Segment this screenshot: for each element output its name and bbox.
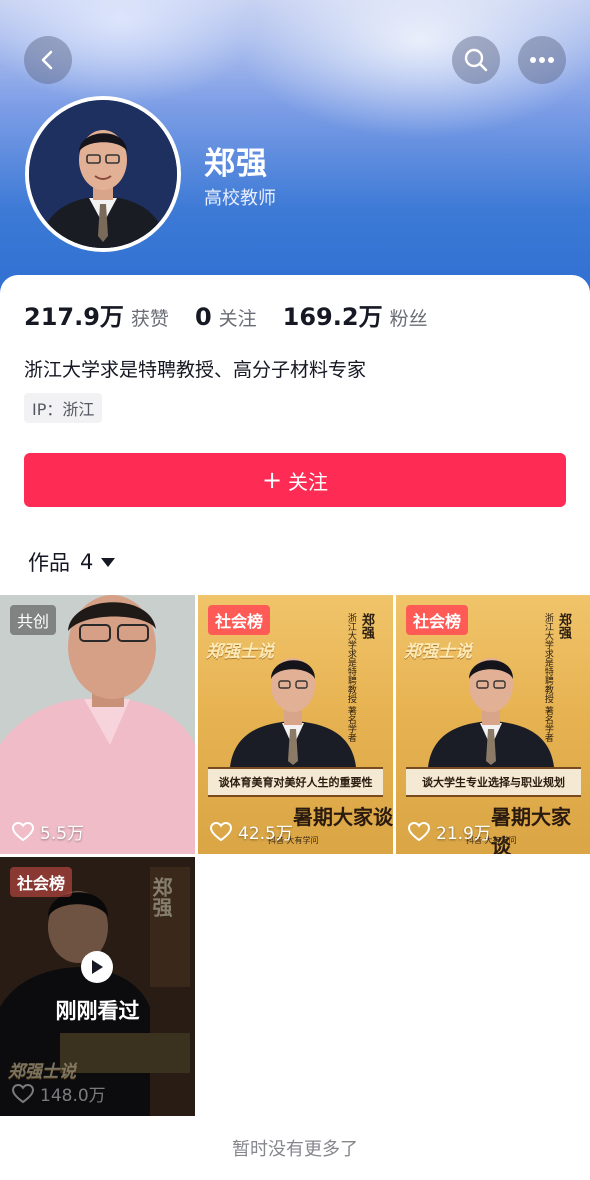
- more-dots-icon: [530, 57, 554, 63]
- poster-title: 暑期大家谈: [491, 805, 571, 854]
- avatar-portrait-icon: [29, 100, 177, 248]
- works-tab-label: 作品: [28, 551, 70, 575]
- profile-bio: 浙江大学求是特聘教授、高分子材料专家: [24, 359, 367, 381]
- video-tag: 社会榜: [406, 605, 469, 635]
- video-tile[interactable]: 共创 5.5万: [0, 595, 195, 854]
- video-likes-count: 148.0万: [40, 1086, 106, 1106]
- ip-location-tag: IP：浙江: [24, 393, 103, 423]
- caret-down-icon: [101, 557, 116, 567]
- profile-name: 郑强: [204, 146, 268, 182]
- works-tab[interactable]: 作品 4: [28, 547, 116, 577]
- video-likes-count: 21.9万: [436, 824, 491, 844]
- poster-title: 暑期大家谈: [293, 805, 393, 829]
- poster-banner: 谈大学生专业选择与职业规划: [406, 767, 581, 797]
- video-tile[interactable]: 郑强士说 浙江大学求是特聘教授 著名学者 郑强 谈体育美育对美好人生的重要性 暑…: [198, 595, 393, 854]
- no-more-note: 暂时没有更多了: [232, 1139, 358, 1160]
- video-likes-count: 42.5万: [238, 824, 293, 844]
- just-watched-label: 刚刚看过: [55, 999, 140, 1023]
- following-count[interactable]: 0: [195, 303, 212, 331]
- heart-outline-icon: [12, 1083, 34, 1103]
- video-tag: 共创: [10, 605, 57, 635]
- poster-vertical-text: 浙江大学求是特聘教授 著名学者 郑强: [345, 613, 385, 742]
- video-tag: 社会榜: [10, 867, 73, 897]
- heart-outline-icon: [210, 821, 232, 841]
- poster-vertical-small: 浙江大学求是特聘教授 著名学者: [542, 613, 553, 742]
- heart-outline-icon: [408, 821, 430, 841]
- video-likes: 5.5万: [12, 819, 84, 844]
- heart-outline-icon: [12, 821, 34, 841]
- likes-label[interactable]: 获赞: [131, 304, 169, 331]
- works-count: 4: [80, 550, 94, 574]
- video-likes-count: 5.5万: [40, 824, 85, 844]
- poster-vertical-name: 郑强: [358, 613, 374, 639]
- video-likes: 21.9万: [408, 819, 491, 844]
- follow-button-label: 关注: [288, 469, 329, 494]
- follow-button[interactable]: + 关注: [24, 453, 566, 507]
- chevron-left-icon: [41, 50, 53, 70]
- followers-label[interactable]: 粉丝: [390, 304, 428, 331]
- video-thumbnail-portrait: [230, 658, 356, 767]
- search-button[interactable]: [452, 36, 500, 84]
- back-button[interactable]: [24, 36, 72, 84]
- avatar[interactable]: [25, 96, 181, 252]
- video-likes: 148.0万: [12, 1081, 106, 1106]
- search-icon: [464, 48, 488, 72]
- poster-banner: 谈体育美育对美好人生的重要性: [208, 767, 383, 797]
- likes-count[interactable]: 217.9万: [24, 297, 124, 332]
- video-thumbnail-portrait: [428, 658, 554, 767]
- following-label[interactable]: 关注: [219, 304, 257, 331]
- profile-stats: 217.9万 获赞 0 关注 169.2万 粉丝: [24, 297, 454, 332]
- poster-vertical-name: 郑强: [555, 613, 571, 639]
- followers-count[interactable]: 169.2万: [283, 297, 383, 332]
- video-likes: 42.5万: [210, 819, 293, 844]
- more-button[interactable]: [518, 36, 566, 84]
- poster-vertical-small: 浙江大学求是特聘教授 著名学者: [345, 613, 356, 742]
- play-icon: [81, 951, 113, 983]
- poster-vertical-text: 浙江大学求是特聘教授 著名学者 郑强: [542, 613, 582, 742]
- plus-icon: +: [261, 466, 283, 494]
- profile-title: 高校教师: [204, 188, 276, 209]
- video-tile[interactable]: 郑强士说 浙江大学求是特聘教授 著名学者 郑强 谈大学生专业选择与职业规划 暑期…: [396, 595, 590, 854]
- video-tile[interactable]: 郑强士说 郑强 社会榜 刚刚看过 148.0万: [0, 857, 195, 1116]
- ip-location-text: IP：浙江: [32, 400, 95, 419]
- video-tag: 社会榜: [208, 605, 271, 635]
